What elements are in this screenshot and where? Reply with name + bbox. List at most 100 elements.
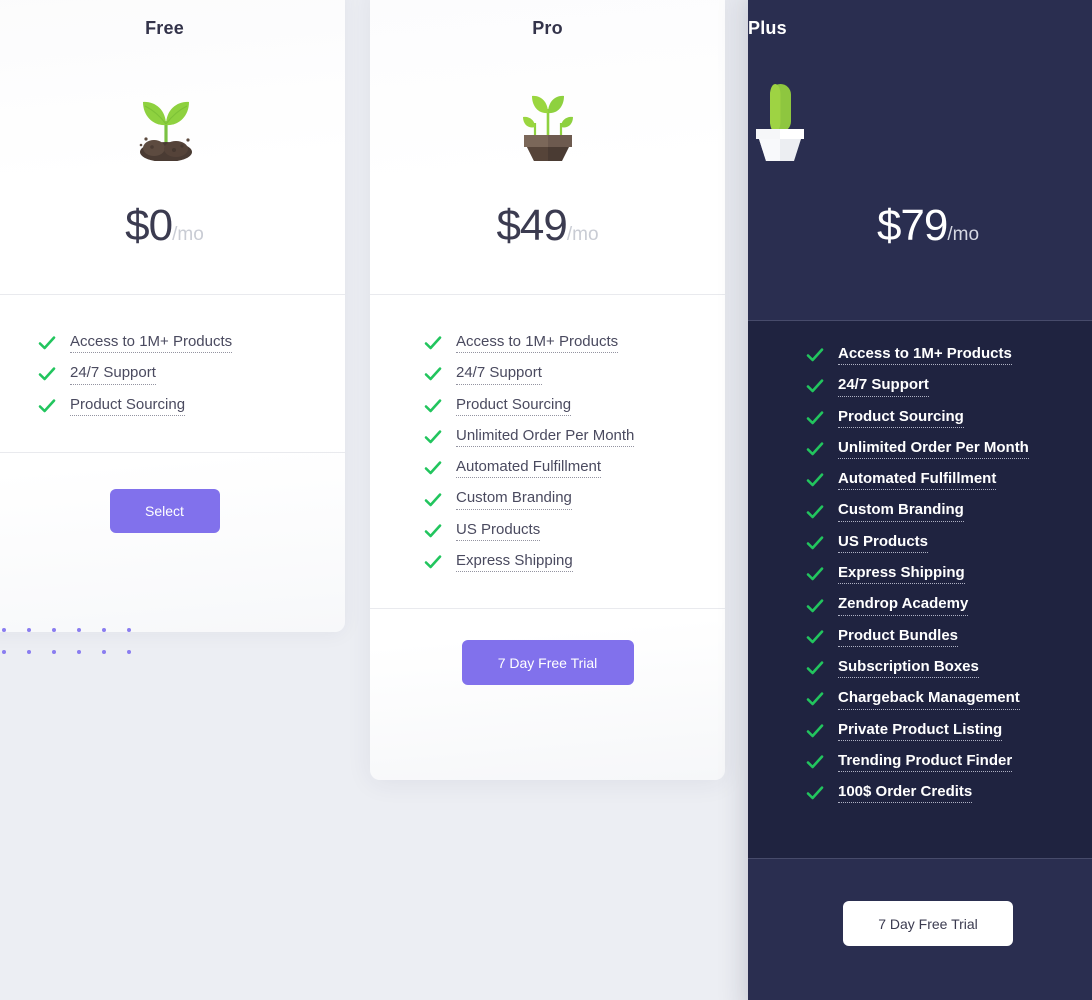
check-icon bbox=[806, 690, 824, 708]
check-icon bbox=[806, 377, 824, 395]
potted-seedling-icon bbox=[370, 83, 725, 161]
list-item[interactable]: Custom Branding bbox=[806, 501, 1092, 522]
list-item[interactable]: Automated Fulfillment bbox=[806, 470, 1092, 491]
feature-label: Private Product Listing bbox=[838, 721, 1003, 741]
pro-feature-list: Access to 1M+ Products 24/7 Support Prod… bbox=[424, 333, 725, 573]
list-item[interactable]: US Products bbox=[424, 521, 725, 542]
free-trial-button[interactable]: 7 Day Free Trial bbox=[843, 901, 1013, 946]
check-icon bbox=[38, 397, 56, 415]
free-price-row: $0/mo bbox=[0, 201, 345, 251]
decorative-dot-grid bbox=[2, 628, 152, 654]
list-item[interactable]: Product Sourcing bbox=[424, 396, 725, 416]
feature-label: Unlimited Order Per Month bbox=[838, 439, 1029, 460]
list-item[interactable]: 24/7 Support bbox=[806, 376, 1092, 397]
list-item[interactable]: Product Bundles bbox=[806, 627, 1092, 647]
feature-label: US Products bbox=[838, 533, 929, 554]
check-icon bbox=[806, 471, 824, 489]
feature-label: 24/7 Support bbox=[456, 364, 542, 385]
check-icon bbox=[424, 334, 442, 352]
list-item[interactable]: Chargeback Management bbox=[806, 689, 1092, 710]
feature-label: Zendrop Academy bbox=[838, 595, 969, 616]
free-feature-list: Access to 1M+ Products 24/7 Support Prod… bbox=[38, 333, 345, 416]
pricing-card-free[interactable]: Free $0/mo Access to 1M+ Products 24/7 S… bbox=[0, 0, 345, 632]
plus-cta-section: 7 Day Free Trial bbox=[748, 859, 1092, 1000]
list-item[interactable]: Private Product Listing bbox=[806, 721, 1092, 741]
list-item[interactable]: Product Sourcing bbox=[806, 408, 1092, 428]
free-price-amount: $0 bbox=[125, 201, 173, 250]
list-item[interactable]: Express Shipping bbox=[806, 564, 1092, 585]
list-item[interactable]: 24/7 Support bbox=[38, 364, 345, 385]
list-item[interactable]: 24/7 Support bbox=[424, 364, 725, 385]
list-item[interactable]: Access to 1M+ Products bbox=[806, 345, 1092, 366]
check-icon bbox=[424, 522, 442, 540]
check-icon bbox=[424, 428, 442, 446]
list-item[interactable]: Subscription Boxes bbox=[806, 658, 1092, 679]
feature-label: Access to 1M+ Products bbox=[838, 345, 1012, 366]
check-icon bbox=[424, 397, 442, 415]
list-item[interactable]: Unlimited Order Per Month bbox=[424, 427, 725, 448]
feature-label: US Products bbox=[456, 521, 541, 542]
list-item[interactable]: 100$ Order Credits bbox=[806, 783, 1092, 804]
feature-label: 24/7 Support bbox=[70, 364, 156, 385]
feature-label: Product Bundles bbox=[838, 627, 959, 647]
check-icon bbox=[806, 534, 824, 552]
list-item[interactable]: US Products bbox=[806, 533, 1092, 554]
feature-label: Trending Product Finder bbox=[838, 752, 1013, 773]
check-icon bbox=[806, 753, 824, 771]
free-price-period: /mo bbox=[172, 224, 204, 245]
check-icon bbox=[806, 565, 824, 583]
pricing-page: Free $0/mo Access to 1M+ Products 24/7 S… bbox=[0, 0, 1092, 1000]
dot bbox=[27, 628, 31, 632]
select-button[interactable]: Select bbox=[109, 488, 220, 533]
feature-label: Product Sourcing bbox=[70, 396, 186, 416]
check-icon bbox=[424, 365, 442, 383]
plus-price-period: /mo bbox=[947, 224, 980, 245]
plus-price-amount: $79 bbox=[876, 201, 948, 250]
list-item[interactable]: Custom Branding bbox=[424, 489, 725, 510]
list-item[interactable]: Unlimited Order Per Month bbox=[806, 439, 1092, 460]
check-icon bbox=[424, 459, 442, 477]
dot bbox=[102, 650, 106, 654]
check-icon bbox=[806, 659, 824, 677]
free-trial-button[interactable]: 7 Day Free Trial bbox=[461, 640, 634, 686]
feature-label: Access to 1M+ Products bbox=[70, 333, 233, 354]
list-item[interactable]: Trending Product Finder bbox=[806, 752, 1092, 773]
pricing-card-plus[interactable]: Plus $79/mo Access to 1M+ Products 24/7 … bbox=[748, 0, 1092, 1000]
list-item[interactable]: Express Shipping bbox=[424, 552, 725, 573]
feature-label: Express Shipping bbox=[838, 564, 965, 585]
pro-card-header: Pro bbox=[370, 18, 725, 161]
feature-label: Automated Fulfillment bbox=[838, 470, 997, 491]
dot bbox=[52, 628, 56, 632]
dot bbox=[77, 650, 81, 654]
feature-label: Unlimited Order Per Month bbox=[456, 427, 635, 448]
pro-divider-bottom bbox=[370, 608, 725, 610]
list-item[interactable]: Access to 1M+ Products bbox=[424, 333, 725, 354]
check-icon bbox=[806, 628, 824, 646]
pro-plan-name: Pro bbox=[532, 18, 563, 38]
check-icon bbox=[806, 346, 824, 364]
pro-price-period: /mo bbox=[566, 224, 599, 245]
dot bbox=[102, 628, 106, 632]
check-icon bbox=[38, 365, 56, 383]
dot bbox=[52, 650, 56, 654]
pricing-card-pro[interactable]: Pro $49/mo Access to 1M+ Products 24/7 S… bbox=[370, 0, 725, 780]
list-item[interactable]: Zendrop Academy bbox=[806, 595, 1092, 616]
list-item[interactable]: Automated Fulfillment bbox=[424, 458, 725, 479]
free-divider-top bbox=[0, 294, 345, 295]
free-plan-name: Free bbox=[145, 18, 184, 38]
pro-divider-top bbox=[370, 294, 725, 295]
dot bbox=[77, 628, 81, 632]
check-icon bbox=[424, 491, 442, 509]
feature-label: Access to 1M+ Products bbox=[456, 333, 619, 354]
list-item[interactable]: Access to 1M+ Products bbox=[38, 333, 345, 354]
check-icon bbox=[424, 553, 442, 571]
plus-price-row: $79/mo bbox=[748, 201, 1092, 251]
dot bbox=[127, 650, 131, 654]
potted-tree-icon bbox=[748, 81, 1092, 161]
feature-label: Custom Branding bbox=[838, 501, 964, 522]
list-item[interactable]: Product Sourcing bbox=[38, 396, 345, 416]
free-divider-bottom bbox=[0, 451, 345, 453]
plus-plan-name: Plus bbox=[748, 18, 787, 38]
free-card-header: Free bbox=[0, 18, 345, 162]
check-icon bbox=[806, 409, 824, 427]
